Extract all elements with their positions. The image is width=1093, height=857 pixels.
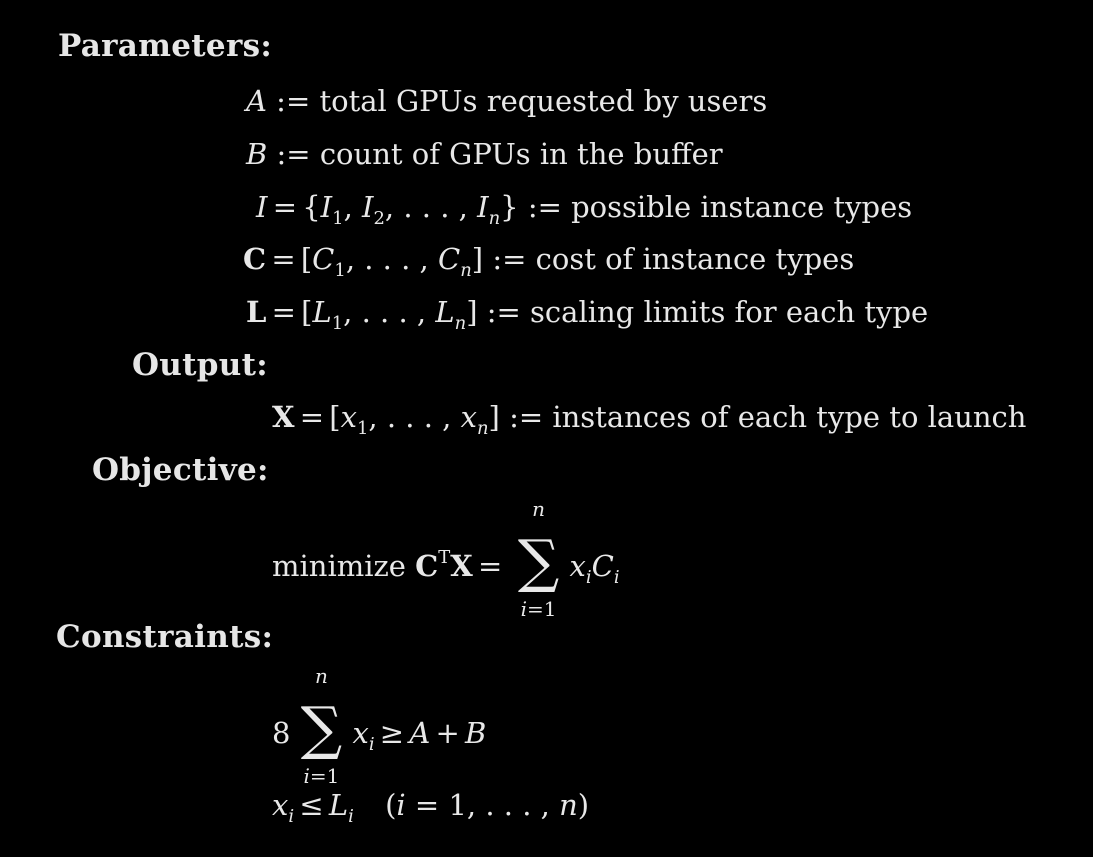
output-x-definition: := instances of each type to launch bbox=[509, 400, 1027, 434]
param-b-line: B := count of GPUs in the buffer bbox=[246, 137, 723, 171]
constraint-summation: n ∑ i=1 bbox=[300, 664, 343, 788]
param-c-line: C = [C1, . . . , Cn] := cost of instance t… bbox=[243, 242, 855, 281]
output-x-line: X = [x1, . . . , xn] := instances of each … bbox=[272, 400, 1027, 439]
constraint-total-gpus: 8 n ∑ i=1 xi ≥ A + B bbox=[272, 664, 487, 788]
param-i-definition: := possible instance types bbox=[527, 190, 913, 224]
param-c-expression: C = [C1, . . . , Cn] bbox=[243, 242, 484, 281]
param-c-definition: := cost of instance types bbox=[492, 242, 855, 276]
objective-summation: n ∑ i=1 bbox=[517, 497, 560, 621]
output-heading: Output: bbox=[132, 347, 268, 383]
constraint-scaling-limit: xi ≤ Li (i = 1, . . . , n) bbox=[272, 788, 590, 827]
param-i-expression: I = {I1, I2, . . . , In} bbox=[256, 190, 519, 229]
objective-heading: Objective: bbox=[92, 452, 269, 488]
param-b-symbol: B bbox=[246, 137, 268, 171]
param-l-definition: := scaling limits for each type bbox=[486, 295, 929, 329]
param-l-line: L = [L1, . . . , Ln] := scaling limits for… bbox=[246, 295, 929, 334]
constraint-coefficient: 8 bbox=[272, 716, 291, 750]
constraint-range: (i = 1, . . . , n) bbox=[385, 788, 590, 822]
objective-formula: minimize CTX = n ∑ i=1 xiCi bbox=[272, 497, 620, 621]
param-b-definition: := count of GPUs in the buffer bbox=[276, 137, 723, 171]
objective-keyword: minimize bbox=[272, 549, 406, 583]
parameters-heading: Parameters: bbox=[58, 28, 273, 64]
output-x-expression: X = [x1, . . . , xn] bbox=[272, 400, 500, 439]
param-a-symbol: A bbox=[246, 84, 267, 118]
param-l-expression: L = [L1, . . . , Ln] bbox=[246, 295, 478, 334]
param-i-line: I = {I1, I2, . . . , In} := possible insta… bbox=[256, 190, 913, 229]
param-a-line: A := total GPUs requested by users bbox=[246, 84, 767, 118]
param-a-definition: := total GPUs requested by users bbox=[276, 84, 768, 118]
constraints-heading: Constraints: bbox=[56, 619, 274, 655]
